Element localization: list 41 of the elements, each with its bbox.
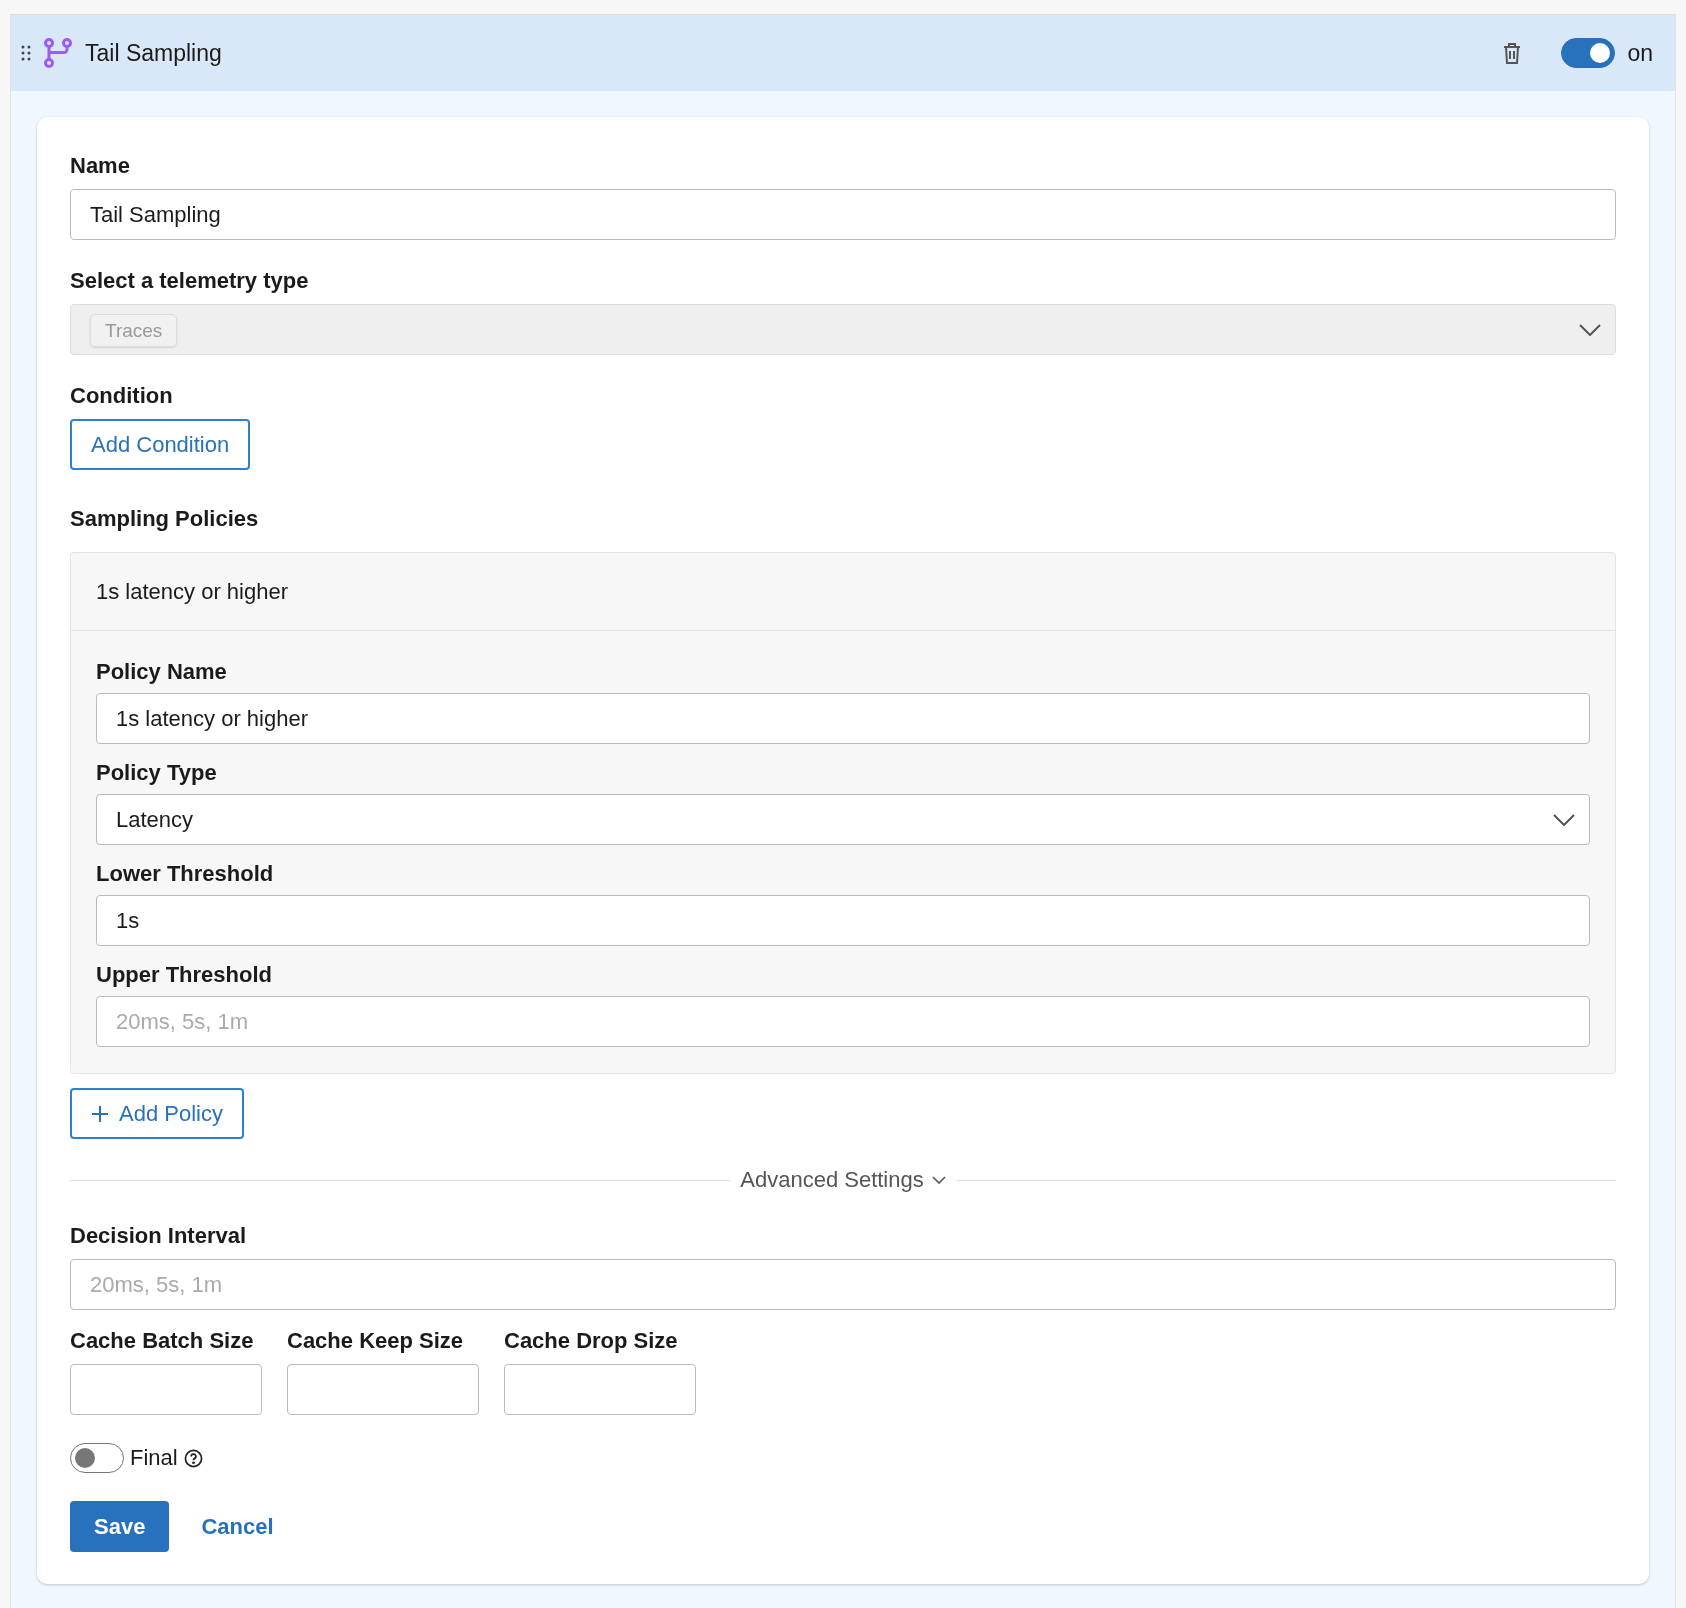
toggle-switch[interactable] (1561, 38, 1616, 68)
chevron-down-icon (931, 1176, 946, 1184)
pipeline-title: Tail Sampling (85, 39, 223, 67)
tag: Traces (90, 313, 178, 347)
field-label: Select a telemetry type (70, 268, 310, 294)
toggle-switch[interactable] (70, 1443, 124, 1473)
advanced-settings-toggle[interactable]: Advanced Settings (740, 1167, 946, 1193)
add-condition-button[interactable]: Add Condition (70, 419, 251, 470)
number-field[interactable] (70, 1364, 262, 1415)
field-label: Policy Type (96, 760, 218, 786)
text-field[interactable]: 20ms, 5s, 1m (96, 996, 1590, 1047)
policy-title[interactable]: 1s latency or higher (71, 553, 1615, 631)
field-label: Cache Batch Size (70, 1328, 255, 1354)
text-field[interactable]: 1s latency or higher (96, 693, 1590, 744)
number-field[interactable] (287, 1364, 479, 1415)
trash-icon[interactable] (1503, 42, 1522, 64)
text-field[interactable]: 1s (96, 895, 1590, 946)
field-label: Condition (70, 383, 174, 409)
field-label: Decision Interval (70, 1223, 248, 1249)
add-policy-button[interactable]: Add Policy (70, 1088, 244, 1139)
field-label: Cache Drop Size (504, 1328, 679, 1354)
field-label: Policy Name (96, 659, 228, 685)
section-label: Sampling Policies (70, 506, 260, 532)
field-label: Cache Keep Size (287, 1328, 465, 1354)
branch-icon (43, 38, 73, 68)
plus-icon (91, 1104, 109, 1123)
dropdown[interactable]: Latency (96, 794, 1590, 845)
cancel-button[interactable]: Cancel (201, 1513, 274, 1540)
text-field[interactable]: Tail Sampling (70, 189, 1616, 240)
field-label: Upper Threshold (96, 962, 273, 988)
number-field[interactable] (504, 1364, 696, 1415)
text-field[interactable]: 20ms, 5s, 1m (70, 1259, 1616, 1310)
toggle-label: on (1627, 39, 1653, 67)
field-label: Name (70, 153, 131, 179)
chevron-down-icon (1579, 323, 1601, 336)
field-label: Lower Threshold (96, 861, 275, 887)
chevron-down-icon (1553, 813, 1575, 826)
drag-handle-icon[interactable] (21, 45, 31, 61)
help-icon[interactable] (183, 1448, 203, 1468)
save-button[interactable]: Save (70, 1501, 170, 1552)
final-label: Final (130, 1445, 178, 1471)
